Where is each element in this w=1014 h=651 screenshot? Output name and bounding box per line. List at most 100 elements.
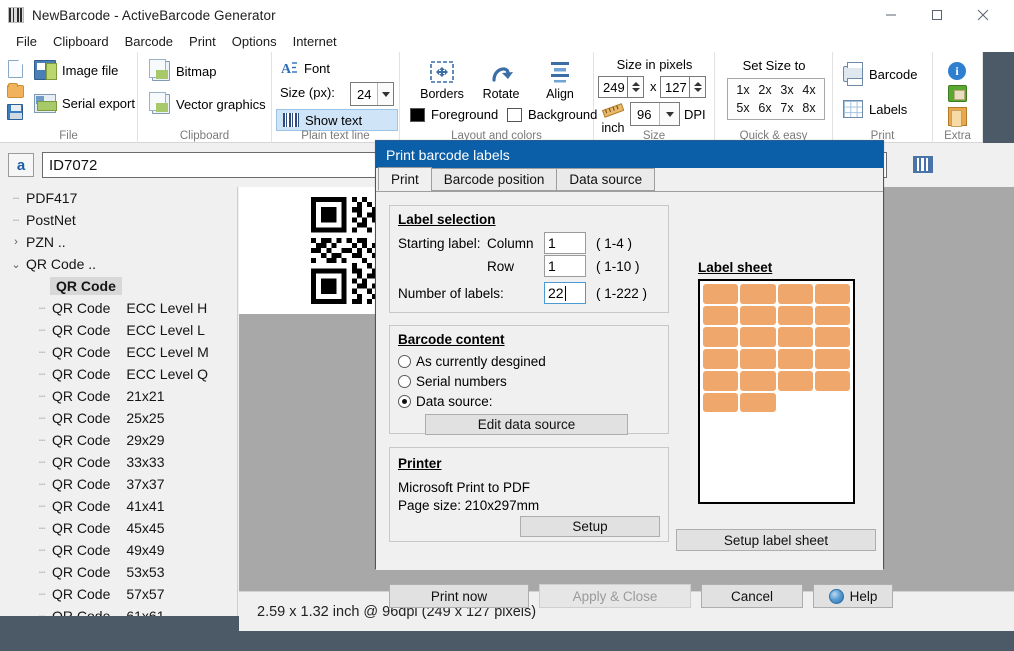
label-sheet-cell[interactable] (777, 370, 813, 391)
tab-barcode-position[interactable]: Barcode position (430, 168, 558, 191)
size-factor-3x[interactable]: 3x (776, 81, 798, 99)
number-of-labels-input[interactable]: 22 (544, 282, 586, 304)
label-sheet-cell[interactable] (740, 435, 776, 456)
help-button[interactable]: Help (813, 584, 893, 608)
tree-item[interactable]: QR Code (0, 275, 237, 297)
label-sheet-cell[interactable] (740, 327, 776, 348)
size-factor-5x[interactable]: 5x (732, 99, 754, 117)
chevron-down-icon[interactable]: ⌄ (8, 258, 24, 271)
tree-item[interactable]: ┄ QR Code 49x49 (0, 539, 237, 561)
label-sheet-cell[interactable] (740, 370, 776, 391)
label-sheet-cell[interactable] (814, 370, 850, 391)
label-sheet-cell[interactable] (777, 305, 813, 326)
size-factor-2x[interactable]: 2x (754, 81, 776, 99)
ribbon-button-bitmap[interactable]: Bitmap (149, 59, 216, 81)
label-sheet-cell[interactable] (703, 479, 739, 499)
tree-item[interactable]: ┄ PDF417 (0, 187, 237, 209)
label-sheet-cell[interactable] (740, 392, 776, 413)
label-sheet-cell[interactable] (777, 284, 813, 304)
chevron-right-icon[interactable]: › (8, 236, 24, 248)
apply-and-close-button[interactable]: Apply & Close (539, 584, 691, 608)
tree-item[interactable]: ┄ QR Code 33x33 (0, 451, 237, 473)
label-sheet-cell[interactable] (814, 284, 850, 304)
barcode-type-tree[interactable]: ┄ PDF417 ┄ PostNet › PZN .. ⌄ QR Code .. QR Code… (0, 187, 238, 616)
label-sheet-cell[interactable] (777, 414, 813, 434)
ribbon-button-print-labels[interactable]: Labels (843, 100, 907, 118)
barcode-type-button[interactable] (908, 150, 938, 178)
new-document-icon[interactable] (8, 60, 23, 78)
menu-item-options[interactable]: Options (224, 32, 285, 51)
tree-item[interactable]: ┄ QR Code 37x37 (0, 473, 237, 495)
label-sheet-cell[interactable] (703, 370, 739, 391)
label-sheet-cell[interactable] (777, 327, 813, 348)
height-value[interactable]: 127 (660, 76, 690, 98)
ribbon-button-vector-graphics[interactable]: Vector graphics (149, 92, 266, 114)
label-sheet-cell[interactable] (814, 327, 850, 348)
label-sheet-cell[interactable] (703, 305, 739, 326)
exit-icon[interactable] (948, 107, 967, 127)
text-mode-button[interactable]: a (8, 153, 34, 177)
maximize-button[interactable] (914, 0, 960, 30)
height-spin-buttons[interactable] (690, 76, 706, 98)
menu-item-file[interactable]: File (8, 32, 45, 51)
label-sheet-cell[interactable] (703, 392, 739, 413)
label-sheet-cell[interactable] (703, 435, 739, 456)
tree-item[interactable]: ┄QR Code61x61 (0, 605, 237, 616)
printer-setup-button[interactable]: Setup (520, 516, 660, 537)
height-stepper[interactable]: 127 (660, 76, 706, 98)
tree-item[interactable]: ┄ QR Code 45x45 (0, 517, 237, 539)
radio-as-currently-designed[interactable]: As currently desgined (398, 354, 546, 369)
label-sheet-cell[interactable] (740, 305, 776, 326)
ribbon-button-serial-export[interactable]: Serial export (34, 94, 135, 113)
label-sheet-cell[interactable] (703, 414, 739, 434)
chevron-down-icon[interactable] (377, 83, 393, 105)
label-sheet-cell[interactable] (777, 392, 813, 413)
radio-serial-numbers[interactable]: Serial numbers (398, 374, 507, 389)
label-sheet-preview[interactable] (698, 279, 855, 504)
label-sheet-cell[interactable] (777, 435, 813, 456)
tree-item[interactable]: ┄ QR Code 21x21 (0, 385, 237, 407)
label-sheet-cell[interactable] (740, 414, 776, 434)
label-sheet-cell[interactable] (814, 457, 850, 478)
chevron-down-icon-dpi[interactable] (659, 103, 679, 125)
label-sheet-cell[interactable] (814, 305, 850, 326)
show-text-toggle[interactable]: Show text (276, 109, 398, 131)
size-factor-6x[interactable]: 6x (754, 99, 776, 117)
label-sheet-cell[interactable] (703, 349, 739, 369)
print-now-button[interactable]: Print now (389, 584, 529, 608)
ribbon-button-image-file[interactable]: Image file (34, 60, 118, 80)
tab-data-source[interactable]: Data source (556, 168, 656, 191)
tree-item[interactable]: ┄ QR Code ECC Level L (0, 319, 237, 341)
minimize-button[interactable] (868, 0, 914, 30)
row-input[interactable]: 1 (544, 255, 586, 277)
tab-print[interactable]: Print (378, 167, 432, 191)
tree-item[interactable]: ┄ PostNet (0, 209, 237, 231)
save-disk-icon[interactable] (7, 104, 23, 120)
ribbon-button-borders[interactable]: Borders (414, 60, 470, 101)
label-sheet-cell[interactable] (703, 327, 739, 348)
width-stepper[interactable]: 249 (598, 76, 644, 98)
size-factor-1x[interactable]: 1x (732, 81, 754, 99)
label-sheet-cell[interactable] (777, 349, 813, 369)
menu-item-print[interactable]: Print (181, 32, 224, 51)
tree-item[interactable]: ⌄ QR Code .. (0, 253, 237, 275)
ribbon-button-font[interactable]: A Font (280, 60, 330, 78)
menu-item-clipboard[interactable]: Clipboard (45, 32, 117, 51)
size-factor-7x[interactable]: 7x (776, 99, 798, 117)
background-color-button[interactable]: Background (507, 107, 597, 122)
tree-item[interactable]: ┄ QR Code ECC Level M (0, 341, 237, 363)
label-sheet-cell[interactable] (814, 479, 850, 499)
label-sheet-cell[interactable] (740, 479, 776, 499)
dpi-combo[interactable]: 96 (630, 102, 680, 126)
tree-item[interactable]: ┄ QR Code 53x53 (0, 561, 237, 583)
label-sheet-cell[interactable] (777, 457, 813, 478)
menu-item-barcode[interactable]: Barcode (117, 32, 181, 51)
tree-item[interactable]: ┄ QR Code ECC Level H (0, 297, 237, 319)
size-factor-4x[interactable]: 4x (798, 81, 820, 99)
info-icon[interactable]: i (948, 62, 966, 80)
menu-item-internet[interactable]: Internet (285, 32, 345, 51)
size-factor-8x[interactable]: 8x (798, 99, 820, 117)
width-spin-buttons[interactable] (628, 76, 644, 98)
foreground-color-button[interactable]: Foreground (410, 107, 498, 122)
tree-item[interactable]: ┄ QR Code 41x41 (0, 495, 237, 517)
